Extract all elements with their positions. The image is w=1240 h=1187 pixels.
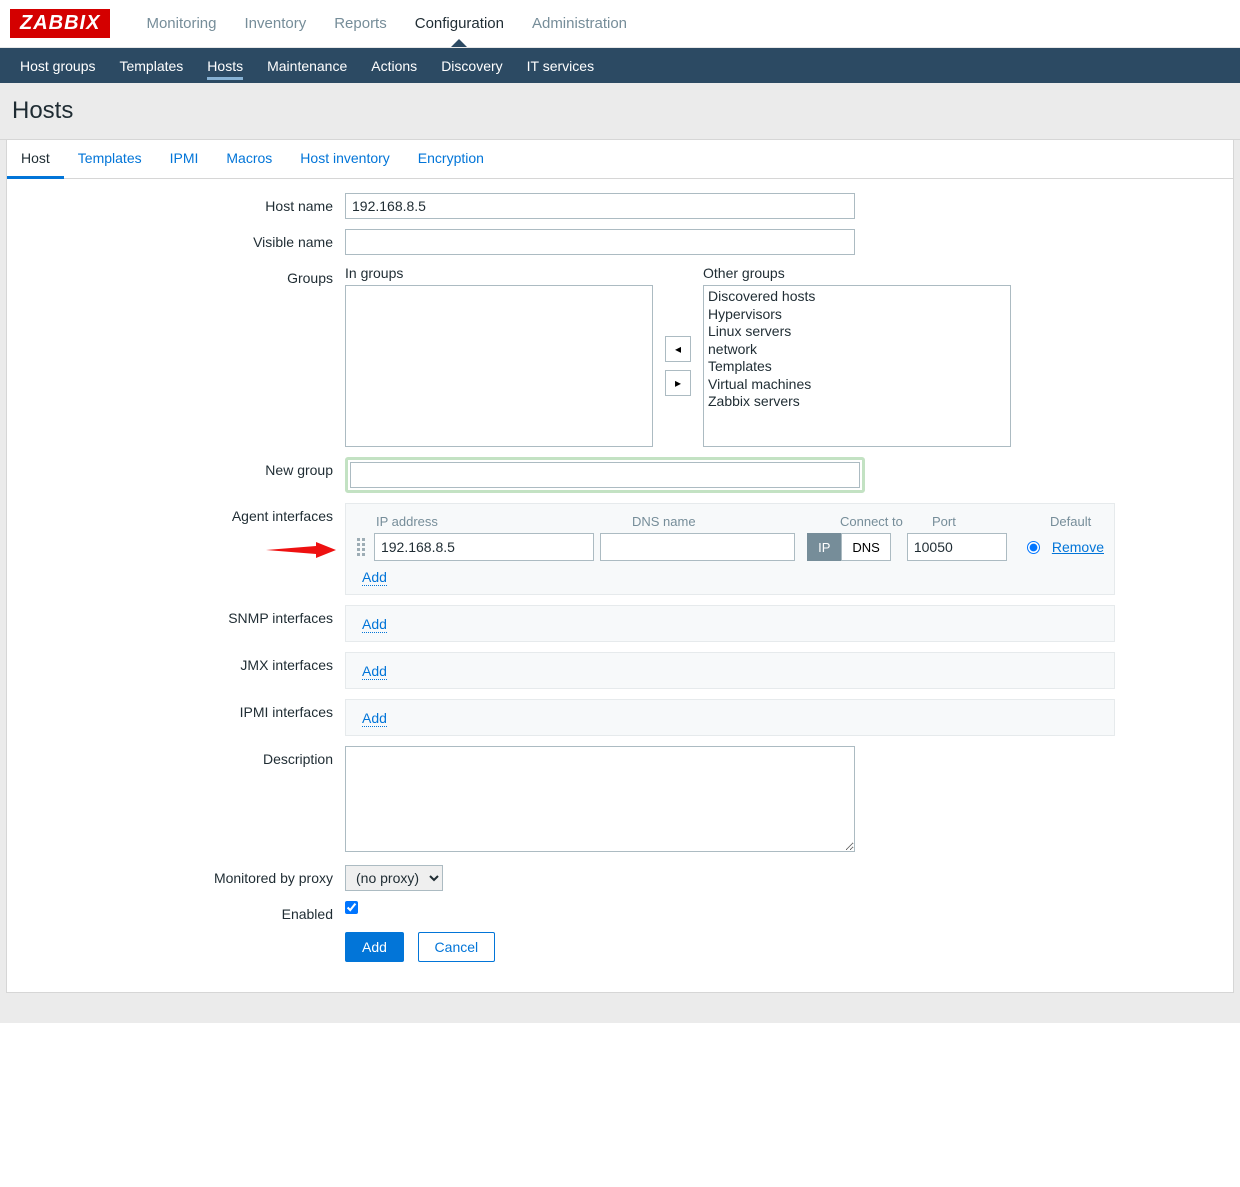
add-button[interactable]: Add — [345, 932, 404, 962]
group-option[interactable]: Templates — [708, 358, 1006, 376]
header-connect-to: Connect to — [840, 514, 932, 529]
header-port: Port — [932, 514, 1050, 529]
header-ip-address: IP address — [376, 514, 632, 529]
default-interface-radio[interactable] — [1027, 541, 1040, 554]
subnav-templates[interactable]: Templates — [107, 50, 195, 82]
in-groups-listbox[interactable] — [345, 285, 653, 447]
tab-templates[interactable]: Templates — [64, 140, 156, 178]
add-ipmi-interface-link[interactable]: Add — [362, 710, 387, 727]
move-left-button[interactable]: ◂ — [665, 336, 691, 362]
label-other-groups: Other groups — [703, 265, 785, 281]
description-textarea[interactable] — [345, 746, 855, 852]
tab-macros[interactable]: Macros — [212, 140, 286, 178]
group-option[interactable]: Discovered hosts — [708, 288, 1006, 306]
logo: ZABBIX — [10, 9, 110, 38]
topnav-inventory[interactable]: Inventory — [231, 1, 321, 46]
group-option[interactable]: Linux servers — [708, 323, 1006, 341]
header-default: Default — [1050, 514, 1091, 529]
tab-ipmi[interactable]: IPMI — [156, 140, 213, 178]
label-enabled: Enabled — [17, 901, 345, 922]
label-agent-interfaces: Agent interfaces — [17, 503, 345, 524]
add-jmx-interface-link[interactable]: Add — [362, 663, 387, 680]
top-nav: Monitoring Inventory Reports Configurati… — [132, 1, 641, 46]
agent-ip-input[interactable] — [374, 533, 594, 561]
proxy-select[interactable]: (no proxy) — [345, 865, 443, 891]
label-monitored-by-proxy: Monitored by proxy — [17, 865, 345, 886]
form-tabs: Host Templates IPMI Macros Host inventor… — [7, 140, 1233, 179]
header-dns-name: DNS name — [632, 514, 840, 529]
group-option[interactable]: Hypervisors — [708, 306, 1006, 324]
page-title: Hosts — [12, 97, 1228, 125]
topnav-monitoring[interactable]: Monitoring — [132, 1, 230, 46]
move-right-button[interactable]: ▸ — [665, 370, 691, 396]
sub-nav: Host groups Templates Hosts Maintenance … — [0, 48, 1240, 83]
page-header: Hosts — [0, 83, 1240, 140]
topnav-configuration[interactable]: Configuration — [401, 1, 518, 46]
tab-host[interactable]: Host — [7, 140, 64, 179]
connect-dns-button[interactable]: DNS — [841, 533, 890, 561]
label-visible-name: Visible name — [17, 229, 345, 250]
subnav-maintenance[interactable]: Maintenance — [255, 50, 359, 82]
drag-handle-icon[interactable] — [356, 537, 370, 557]
label-in-groups: In groups — [345, 265, 703, 281]
label-groups: Groups — [17, 265, 345, 286]
subnav-host-groups[interactable]: Host groups — [8, 50, 107, 82]
connect-ip-button[interactable]: IP — [807, 533, 841, 561]
label-description: Description — [17, 746, 345, 767]
add-snmp-interface-link[interactable]: Add — [362, 616, 387, 633]
new-group-input[interactable] — [350, 462, 860, 488]
annotation-arrow-icon — [266, 540, 336, 560]
remove-interface-link[interactable]: Remove — [1052, 539, 1104, 555]
host-name-input[interactable] — [345, 193, 855, 219]
cancel-button[interactable]: Cancel — [418, 932, 496, 962]
label-jmx-interfaces: JMX interfaces — [17, 652, 345, 673]
subnav-hosts[interactable]: Hosts — [195, 50, 255, 82]
enabled-checkbox[interactable] — [345, 901, 358, 914]
subnav-it-services[interactable]: IT services — [515, 50, 606, 82]
subnav-discovery[interactable]: Discovery — [429, 50, 514, 82]
subnav-actions[interactable]: Actions — [359, 50, 429, 82]
topnav-reports[interactable]: Reports — [320, 1, 401, 46]
add-agent-interface-link[interactable]: Add — [362, 569, 387, 586]
group-option[interactable]: Virtual machines — [708, 376, 1006, 394]
tab-encryption[interactable]: Encryption — [404, 140, 498, 178]
group-option[interactable]: network — [708, 341, 1006, 359]
other-groups-listbox[interactable]: Discovered hosts Hypervisors Linux serve… — [703, 285, 1011, 447]
agent-dns-input[interactable] — [600, 533, 795, 561]
topbar: ZABBIX Monitoring Inventory Reports Conf… — [0, 0, 1240, 48]
agent-port-input[interactable] — [907, 533, 1007, 561]
label-snmp-interfaces: SNMP interfaces — [17, 605, 345, 626]
visible-name-input[interactable] — [345, 229, 855, 255]
group-option[interactable]: Zabbix servers — [708, 393, 1006, 411]
topnav-administration[interactable]: Administration — [518, 1, 641, 46]
label-host-name: Host name — [17, 193, 345, 214]
tab-host-inventory[interactable]: Host inventory — [286, 140, 403, 178]
label-new-group: New group — [17, 457, 345, 478]
label-ipmi-interfaces: IPMI interfaces — [17, 699, 345, 720]
